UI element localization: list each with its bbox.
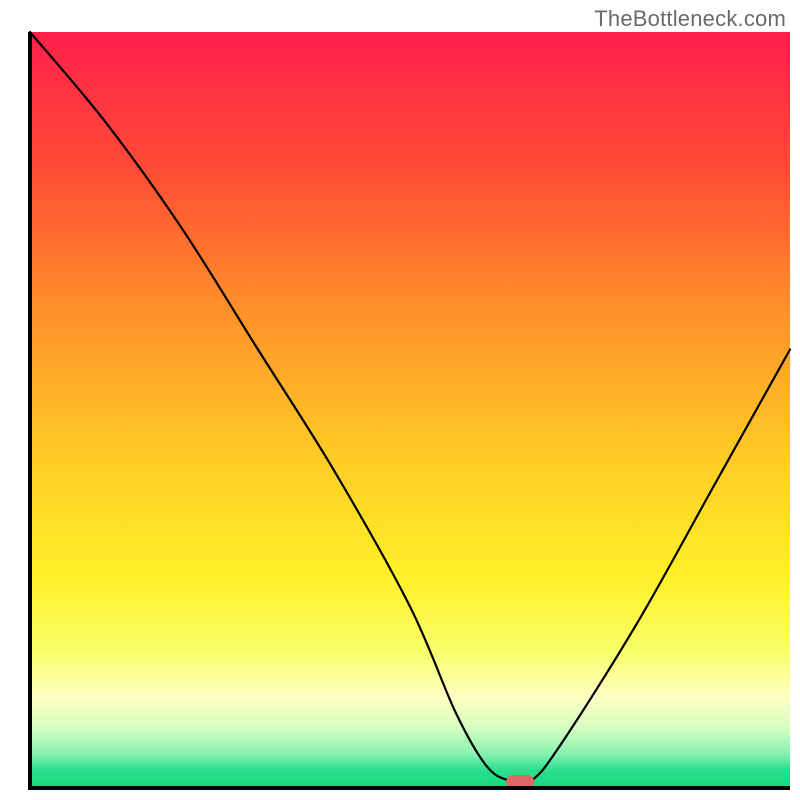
chart-background (30, 32, 790, 788)
chart-wrapper: TheBottleneck.com (0, 0, 800, 800)
attribution-text: TheBottleneck.com (594, 6, 786, 32)
bottleneck-chart (0, 0, 800, 800)
